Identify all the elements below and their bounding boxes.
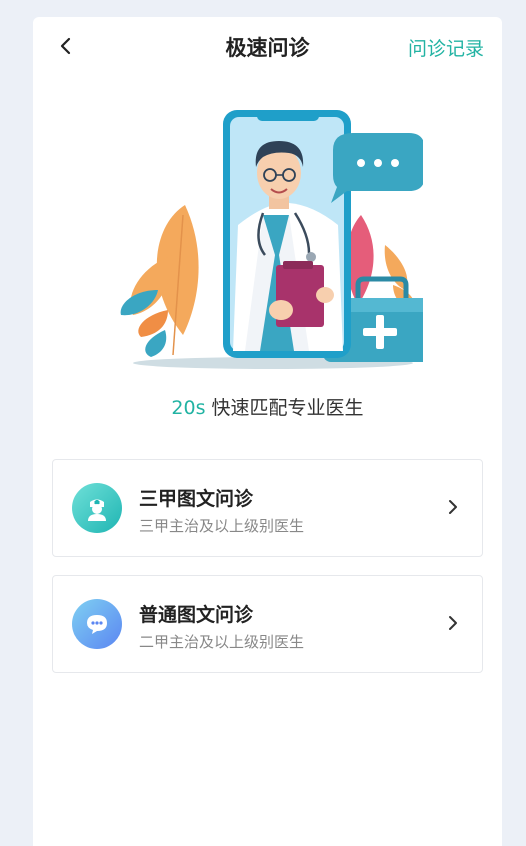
- top-bar: 极速问诊 问诊记录: [33, 17, 502, 75]
- chat-bubble-icon: [87, 615, 107, 634]
- nurse-icon-wrap: [72, 483, 122, 533]
- tagline-text: 快速匹配专业医生: [211, 397, 364, 419]
- option-title: 三甲图文问诊: [139, 488, 254, 510]
- option-title: 普通图文问诊: [139, 604, 254, 626]
- consult-card: 极速问诊 问诊记录 20s 快速匹配专业医生 三甲图文问诊 三甲主治及以上级别医…: [33, 17, 502, 846]
- nurse-icon: [88, 499, 106, 521]
- chat-icon-wrap: [72, 599, 122, 649]
- option-subtitle: 三甲主治及以上级别医生: [139, 517, 305, 535]
- consult-record-link[interactable]: 问诊记录: [408, 34, 484, 61]
- doctor-phone-illustration: [120, 110, 423, 369]
- tagline-accent: 20s: [171, 397, 206, 419]
- option-subtitle: 二甲主治及以上级别医生: [139, 633, 305, 651]
- chevron-right-icon: [449, 616, 457, 630]
- option-general-consult[interactable]: 普通图文问诊 二甲主治及以上级别医生: [52, 575, 483, 673]
- option-sanjia-consult[interactable]: 三甲图文问诊 三甲主治及以上级别医生: [52, 459, 483, 557]
- tagline: 20s 快速匹配专业医生: [33, 393, 502, 420]
- chevron-right-icon: [449, 500, 457, 514]
